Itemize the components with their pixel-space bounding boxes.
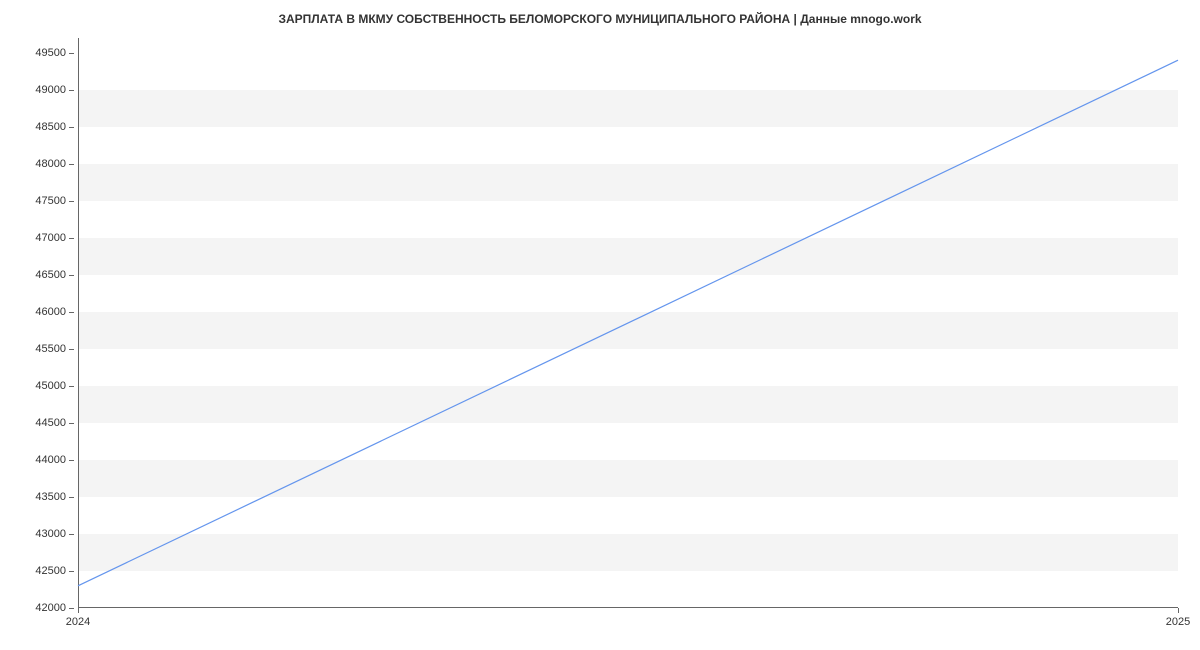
chart-plot-area: 4200042500430004350044000445004500045500… xyxy=(78,38,1178,608)
y-tick xyxy=(69,127,74,128)
y-tick-label: 49500 xyxy=(35,47,66,59)
y-tick-label: 48500 xyxy=(35,121,66,133)
y-tick xyxy=(69,201,74,202)
y-tick xyxy=(69,312,74,313)
y-tick-label: 44000 xyxy=(35,454,66,466)
x-tick-label: 2024 xyxy=(66,616,90,628)
chart-title: ЗАРПЛАТА В МКМУ СОБСТВЕННОСТЬ БЕЛОМОРСКО… xyxy=(0,0,1200,34)
y-tick-label: 47500 xyxy=(35,195,66,207)
y-tick-label: 47000 xyxy=(35,232,66,244)
y-tick xyxy=(69,53,74,54)
y-tick-label: 42000 xyxy=(35,602,66,614)
x-tick-label: 2025 xyxy=(1166,616,1190,628)
y-tick xyxy=(69,349,74,350)
y-tick-label: 49000 xyxy=(35,84,66,96)
y-tick-label: 43000 xyxy=(35,528,66,540)
y-tick xyxy=(69,90,74,91)
series-line xyxy=(78,60,1178,586)
x-tick xyxy=(1178,608,1179,613)
y-tick xyxy=(69,164,74,165)
y-tick-label: 48000 xyxy=(35,158,66,170)
data-line-svg xyxy=(78,38,1178,608)
y-tick-label: 45000 xyxy=(35,380,66,392)
y-tick xyxy=(69,460,74,461)
y-tick-label: 43500 xyxy=(35,491,66,503)
y-tick xyxy=(69,608,74,609)
x-tick xyxy=(78,608,79,613)
y-tick xyxy=(69,534,74,535)
y-tick xyxy=(69,571,74,572)
y-tick xyxy=(69,497,74,498)
y-tick-label: 45500 xyxy=(35,343,66,355)
y-tick-label: 46500 xyxy=(35,269,66,281)
y-tick-label: 42500 xyxy=(35,565,66,577)
y-tick-label: 46000 xyxy=(35,306,66,318)
y-tick xyxy=(69,386,74,387)
y-tick-label: 44500 xyxy=(35,417,66,429)
y-tick xyxy=(69,423,74,424)
y-tick xyxy=(69,238,74,239)
y-tick xyxy=(69,275,74,276)
